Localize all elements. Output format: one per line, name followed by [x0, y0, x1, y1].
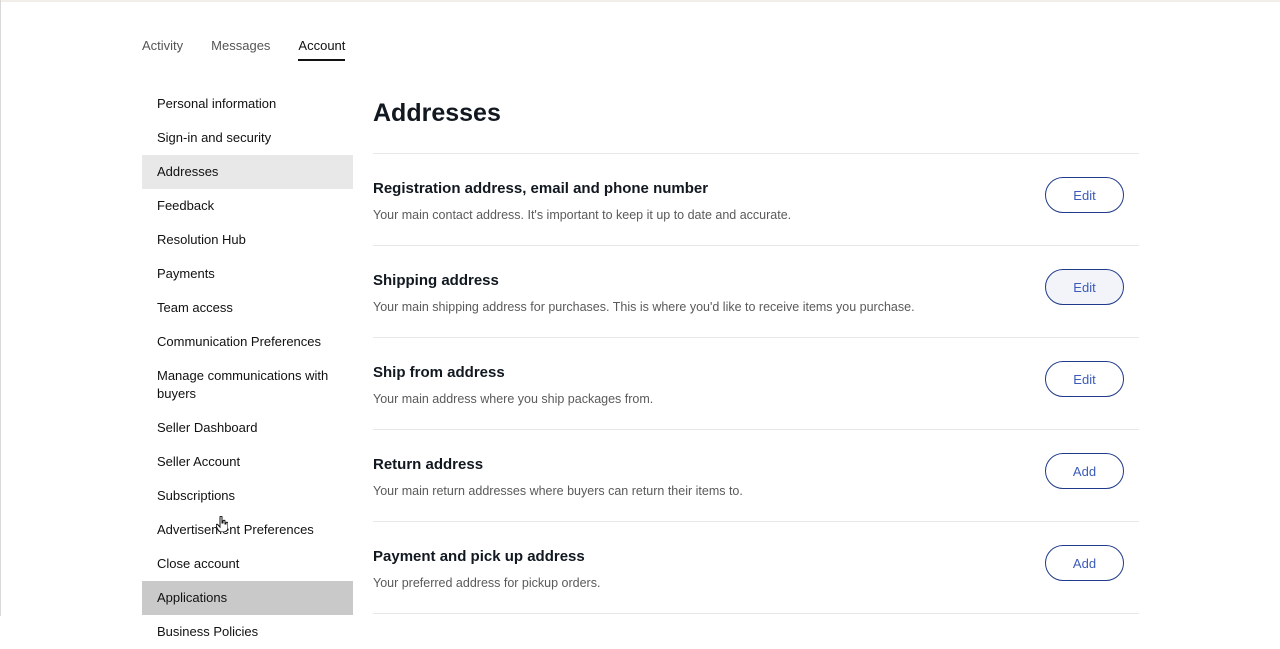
add-return-address-button[interactable]: Add — [1045, 453, 1124, 489]
sidebar-item-seller-dashboard[interactable]: Seller Dashboard — [142, 411, 353, 445]
section-title: Ship from address — [373, 364, 505, 381]
left-edge — [0, 0, 1, 616]
sidebar-item-close-account[interactable]: Close account — [142, 547, 353, 581]
page-title: Addresses — [373, 99, 501, 127]
top-edge — [0, 0, 1280, 2]
section-title: Registration address, email and phone nu… — [373, 180, 709, 197]
account-tabs: Activity Messages Account — [142, 38, 373, 61]
tab-account[interactable]: Account — [298, 38, 345, 61]
address-section-registration: Registration address, email and phone nu… — [373, 154, 1139, 246]
sidebar-item-team-access[interactable]: Team access — [142, 291, 353, 325]
tab-messages[interactable]: Messages — [211, 38, 270, 60]
sidebar-item-resolution-hub[interactable]: Resolution Hub — [142, 223, 353, 257]
sidebar-item-feedback[interactable]: Feedback — [142, 189, 353, 223]
address-section-ship-from: Ship from address Your main address wher… — [373, 338, 1139, 430]
sidebar-item-business-policies[interactable]: Business Policies — [142, 615, 353, 649]
account-sidebar: Personal information Sign-in and securit… — [142, 87, 353, 649]
section-description: Your main address where you ship package… — [373, 392, 654, 406]
section-description: Your main contact address. It's importan… — [373, 208, 792, 222]
sidebar-item-personal-information[interactable]: Personal information — [142, 87, 353, 121]
edit-registration-button[interactable]: Edit — [1045, 177, 1124, 213]
sidebar-item-addresses[interactable]: Addresses — [142, 155, 353, 189]
section-title: Payment and pick up address — [373, 548, 585, 565]
sidebar-item-sign-in-security[interactable]: Sign-in and security — [142, 121, 353, 155]
tab-activity[interactable]: Activity — [142, 38, 183, 60]
section-description: Your main shipping address for purchases… — [373, 300, 915, 314]
section-description: Your main return addresses where buyers … — [373, 484, 743, 498]
hand-cursor-icon — [216, 516, 228, 532]
sidebar-item-seller-account[interactable]: Seller Account — [142, 445, 353, 479]
edit-shipping-button[interactable]: Edit — [1045, 269, 1124, 305]
sidebar-item-advertisement-preferences[interactable]: Advertisement Preferences — [142, 513, 353, 547]
add-payment-pickup-button[interactable]: Add — [1045, 545, 1124, 581]
section-description: Your preferred address for pickup orders… — [373, 576, 601, 590]
address-section-payment-pickup: Payment and pick up address Your preferr… — [373, 522, 1139, 614]
sidebar-item-subscriptions[interactable]: Subscriptions — [142, 479, 353, 513]
sidebar-item-communication-preferences[interactable]: Communication Preferences — [142, 325, 353, 359]
sidebar-item-manage-communications[interactable]: Manage communications with buyers — [142, 359, 353, 411]
address-section-return: Return address Your main return addresse… — [373, 430, 1139, 522]
addresses-main: Addresses Registration address, email an… — [373, 96, 1139, 614]
edit-ship-from-button[interactable]: Edit — [1045, 361, 1124, 397]
sidebar-item-applications[interactable]: Applications — [142, 581, 353, 615]
section-title: Shipping address — [373, 272, 499, 289]
section-title: Return address — [373, 456, 484, 473]
sidebar-item-payments[interactable]: Payments — [142, 257, 353, 291]
address-section-shipping: Shipping address Your main shipping addr… — [373, 246, 1139, 338]
